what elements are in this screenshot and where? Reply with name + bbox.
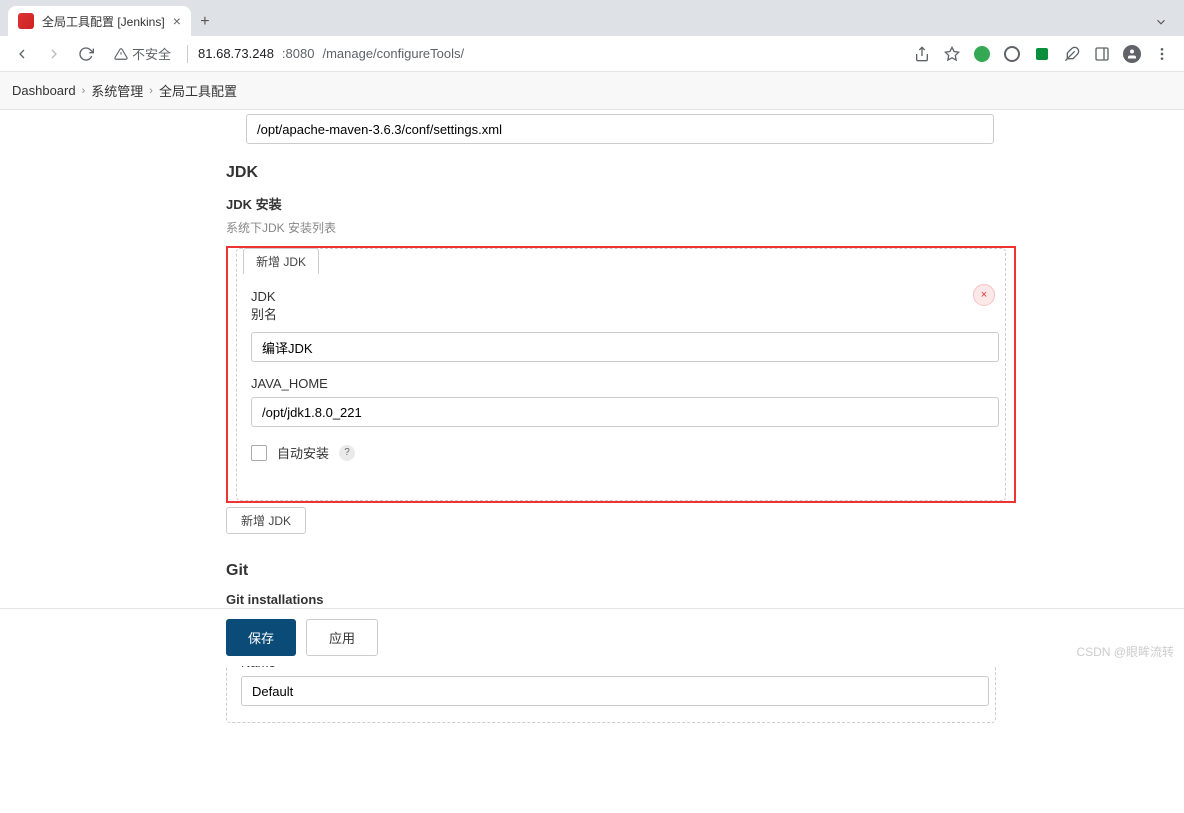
maven-settings-input[interactable] <box>246 114 994 144</box>
circle-extension-icon[interactable] <box>998 40 1026 68</box>
auto-install-label: 自动安装 <box>277 443 329 462</box>
security-indicator[interactable]: 不安全 <box>108 44 177 63</box>
bottom-action-bar: 保存 应用 <box>0 608 1184 666</box>
jdk-install-label: JDK 安装 <box>226 194 1184 213</box>
jdk-tool-tab: 新增 JDK <box>243 248 319 274</box>
git-install-label: Git installations <box>226 592 1184 607</box>
git-name-input[interactable] <box>241 676 989 706</box>
new-tab-button[interactable]: + <box>191 8 219 36</box>
apply-button[interactable]: 应用 <box>306 619 378 656</box>
watermark: CSDN @眼眸流转 <box>1076 643 1174 660</box>
chevron-right-icon: › <box>82 85 86 97</box>
git-section-title: Git <box>226 562 1184 580</box>
green-square-extension-icon[interactable] <box>1028 40 1056 68</box>
address-bar[interactable]: 不安全 81.68.73.248 :8080/manage/configureTo… <box>104 40 904 68</box>
url-port: :8080 <box>282 46 315 61</box>
jdk-install-desc: 系统下JDK 安装列表 <box>226 219 1184 236</box>
main-content: JDK JDK 安装 系统下JDK 安装列表 新增 JDK × JDK别名 JA… <box>0 114 1184 813</box>
java-home-label: JAVA_HOME <box>251 376 991 391</box>
add-jdk-button[interactable]: 新增 JDK <box>226 507 306 534</box>
back-button[interactable] <box>8 40 36 68</box>
bookmark-icon[interactable] <box>938 40 966 68</box>
jdk-name-input[interactable] <box>251 332 999 362</box>
jdk-name-label: JDK别名 <box>251 288 991 324</box>
browser-tab[interactable]: 全局工具配置 [Jenkins] × <box>8 6 191 36</box>
green-extension-icon[interactable] <box>968 40 996 68</box>
browser-toolbar: 不安全 81.68.73.248 :8080/manage/configureTo… <box>0 36 1184 72</box>
warning-icon <box>114 47 128 61</box>
delete-jdk-button[interactable]: × <box>973 284 995 306</box>
auto-install-checkbox[interactable] <box>251 445 267 461</box>
forward-button[interactable] <box>40 40 68 68</box>
browser-tab-strip: 全局工具配置 [Jenkins] × + <box>0 0 1184 36</box>
url-host: 81.68.73.248 <box>198 46 274 61</box>
jenkins-favicon <box>18 13 34 29</box>
chevron-right-icon: › <box>149 85 153 97</box>
reload-button[interactable] <box>72 40 100 68</box>
panel-icon[interactable] <box>1088 40 1116 68</box>
java-home-input[interactable] <box>251 397 999 427</box>
jdk-section-title: JDK <box>226 164 1184 182</box>
help-icon[interactable]: ? <box>339 445 355 461</box>
profile-icon[interactable] <box>1118 40 1146 68</box>
breadcrumb-dashboard[interactable]: Dashboard <box>12 83 76 98</box>
url-path: /manage/configureTools/ <box>322 46 464 61</box>
divider <box>187 45 188 63</box>
extensions-icon[interactable] <box>1058 40 1086 68</box>
close-tab-icon[interactable]: × <box>173 13 181 29</box>
breadcrumb-current[interactable]: 全局工具配置 <box>159 81 237 100</box>
breadcrumb: Dashboard › 系统管理 › 全局工具配置 <box>0 72 1184 110</box>
tab-title: 全局工具配置 [Jenkins] <box>42 13 165 30</box>
tab-overflow-icon[interactable] <box>1146 11 1176 36</box>
breadcrumb-manage[interactable]: 系统管理 <box>91 81 143 100</box>
save-button[interactable]: 保存 <box>226 619 296 656</box>
menu-icon[interactable] <box>1148 40 1176 68</box>
share-icon[interactable] <box>908 40 936 68</box>
security-label: 不安全 <box>132 44 171 63</box>
